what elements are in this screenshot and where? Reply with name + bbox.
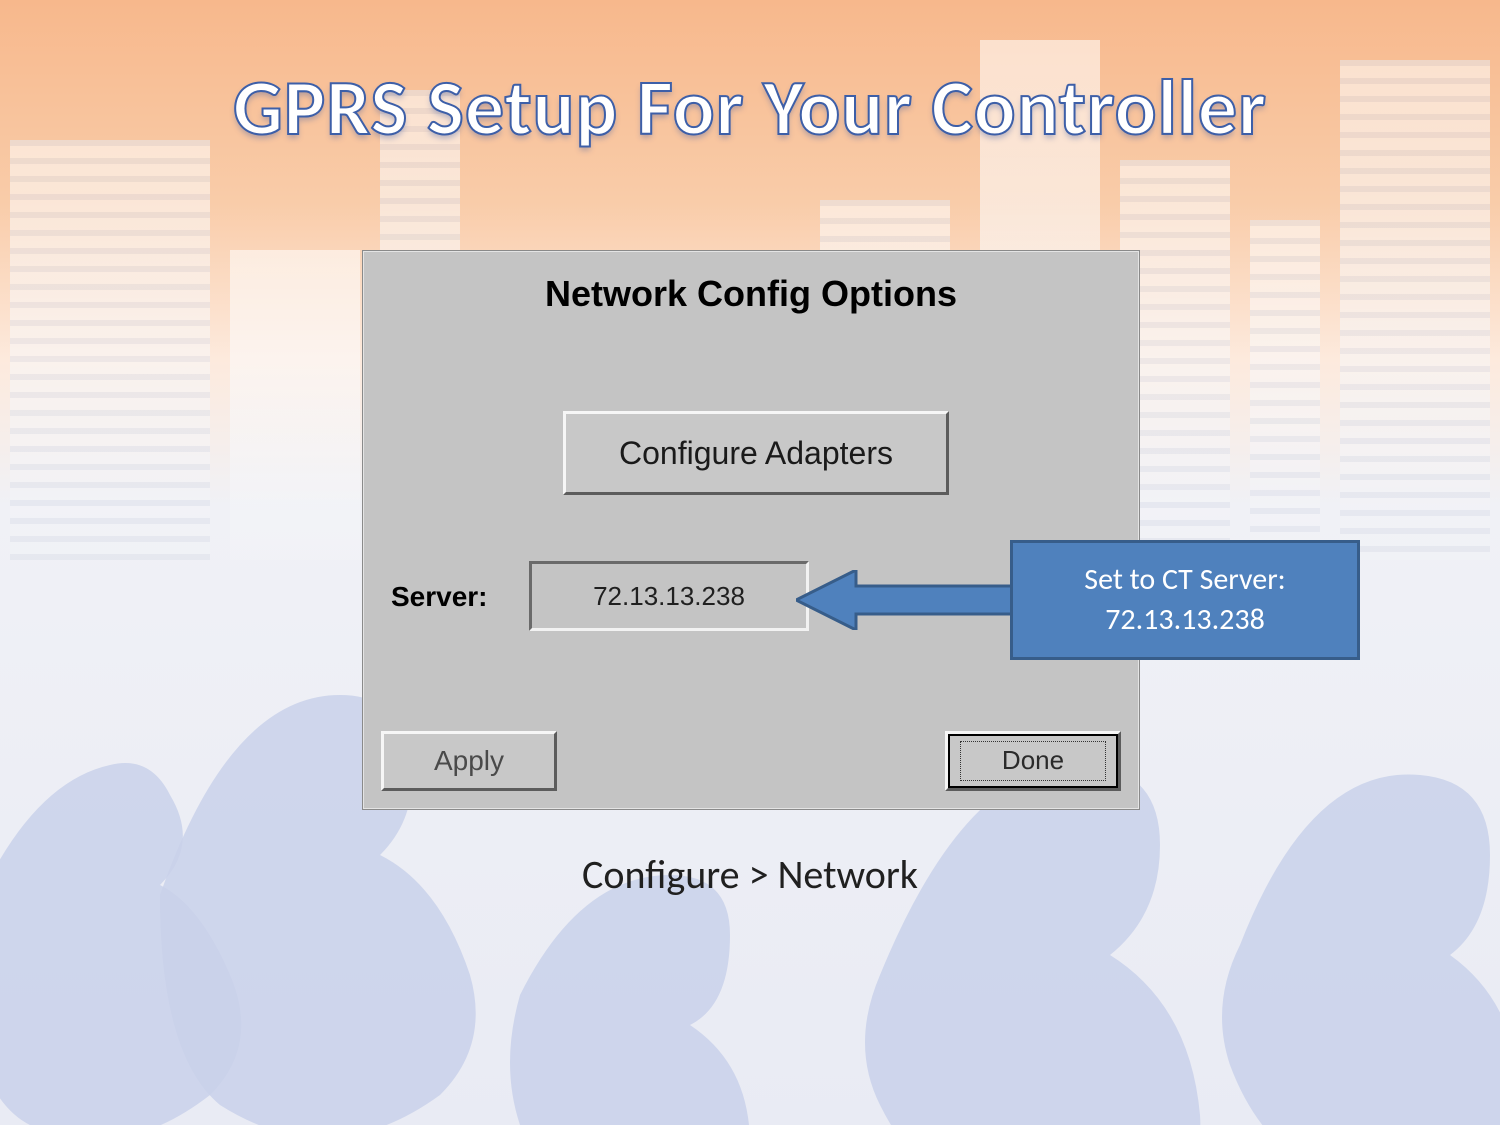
callout-line2: 72.13.13.238 <box>1105 601 1265 638</box>
dialog-heading: Network Config Options <box>363 273 1139 315</box>
configure-adapters-button[interactable]: Configure Adapters <box>563 411 949 495</box>
server-label: Server: <box>391 581 488 613</box>
slide-title: GPRS Setup For Your Controller <box>0 60 1500 155</box>
callout-line1: Set to CT Server: <box>1084 561 1285 598</box>
done-button[interactable]: Done <box>945 731 1121 791</box>
apply-button[interactable]: Apply <box>381 731 557 791</box>
network-config-dialog: Network Config Options Configure Adapter… <box>362 250 1140 810</box>
breadcrumb: Configure > Network <box>0 850 1500 899</box>
server-input[interactable]: 72.13.13.238 <box>529 561 809 631</box>
done-button-label: Done <box>960 741 1107 781</box>
callout-note: Set to CT Server: 72.13.13.238 <box>1010 540 1360 660</box>
